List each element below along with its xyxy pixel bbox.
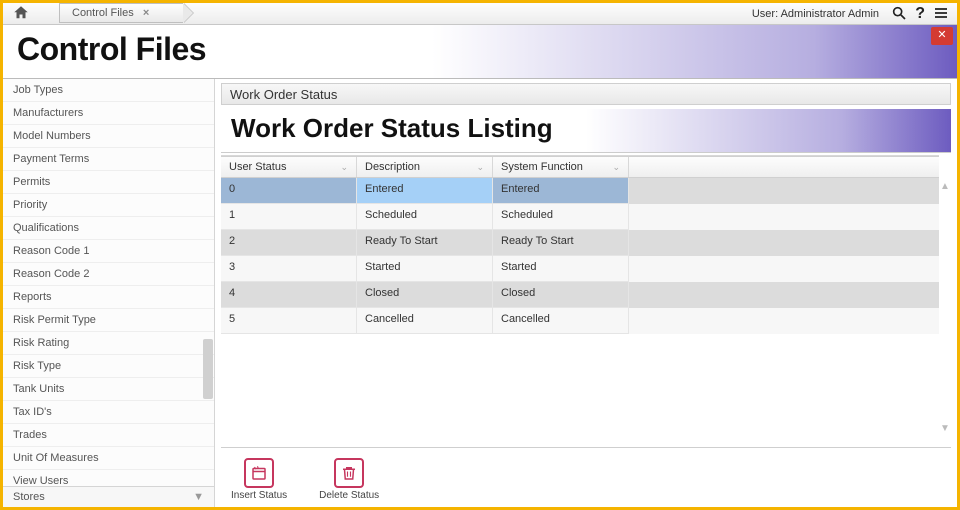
page-title: Control Files	[17, 31, 206, 68]
column-header[interactable]: User Status ⌄	[221, 157, 357, 177]
status-grid: User Status ⌄ Description ⌄ System Function ⌄…	[221, 155, 939, 334]
insert-status-label: Insert Status	[231, 490, 287, 501]
sidebar-item[interactable]: Reason Code 1	[3, 240, 214, 263]
close-button[interactable]: ✕	[931, 27, 953, 45]
sidebar-item[interactable]: Model Numbers	[3, 125, 214, 148]
table-row[interactable]: 3StartedStarted	[221, 256, 939, 282]
sidebar-item[interactable]: Qualifications	[3, 217, 214, 240]
table-cell: 5	[221, 308, 357, 334]
sidebar-item[interactable]: Permits	[3, 171, 214, 194]
table-cell: Started	[357, 256, 493, 282]
tab-close-icon[interactable]: ×	[143, 4, 149, 22]
header-strip: Control Files ✕	[3, 25, 957, 79]
table-cell: Cancelled	[493, 308, 629, 334]
table-cell: Cancelled	[357, 308, 493, 334]
sidebar-footer-stores[interactable]: Stores ▼	[3, 486, 214, 507]
sidebar: Job TypesManufacturersModel NumbersPayme…	[3, 79, 215, 507]
sidebar-item[interactable]: Tank Units	[3, 378, 214, 401]
column-header[interactable]: Description ⌄	[357, 157, 493, 177]
insert-status-button[interactable]: Insert Status	[231, 458, 287, 501]
table-cell: 1	[221, 204, 357, 230]
sidebar-item[interactable]: Payment Terms	[3, 148, 214, 171]
sidebar-item[interactable]: Trades	[3, 424, 214, 447]
sidebar-item[interactable]: Reports	[3, 286, 214, 309]
table-row[interactable]: 2Ready To StartReady To Start	[221, 230, 939, 256]
main-panel: Work Order Status Work Order Status List…	[215, 79, 957, 507]
grid-scrollbar[interactable]: ▲ ▼	[939, 181, 951, 435]
action-bar: Insert Status Delete Status	[221, 447, 951, 501]
table-cell: Entered	[493, 178, 629, 204]
search-icon[interactable]	[891, 5, 907, 24]
topbar: Control Files × User: Administrator Admi…	[3, 3, 957, 25]
column-header-label: User Status	[229, 161, 286, 173]
delete-status-label: Delete Status	[319, 490, 379, 501]
help-icon[interactable]: ?	[915, 5, 925, 23]
user-label: User: Administrator Admin	[752, 3, 879, 25]
table-cell: Entered	[357, 178, 493, 204]
table-row[interactable]: 1ScheduledScheduled	[221, 204, 939, 230]
sidebar-item[interactable]: Tax ID's	[3, 401, 214, 424]
table-cell: Closed	[357, 282, 493, 308]
sidebar-item[interactable]: Job Types	[3, 79, 214, 102]
table-cell: Scheduled	[357, 204, 493, 230]
trash-icon	[334, 458, 364, 488]
sidebar-scrollbar[interactable]	[202, 79, 214, 485]
sidebar-footer-label: Stores	[13, 491, 45, 503]
table-cell: Ready To Start	[493, 230, 629, 256]
delete-status-button[interactable]: Delete Status	[319, 458, 379, 501]
table-cell: 3	[221, 256, 357, 282]
table-cell: 2	[221, 230, 357, 256]
sidebar-item[interactable]: Priority	[3, 194, 214, 217]
tab-control-files[interactable]: Control Files ×	[59, 3, 183, 25]
sidebar-item[interactable]: Unit Of Measures	[3, 447, 214, 470]
scroll-up-icon[interactable]: ▲	[939, 181, 951, 193]
sidebar-item[interactable]: Risk Rating	[3, 332, 214, 355]
table-row[interactable]: 4ClosedClosed	[221, 282, 939, 308]
table-row[interactable]: 0EnteredEntered	[221, 178, 939, 204]
breadcrumb: Work Order Status	[221, 83, 951, 105]
chevron-down-icon: ⌄	[340, 162, 348, 173]
sidebar-item[interactable]: Reason Code 2	[3, 263, 214, 286]
table-cell: Closed	[493, 282, 629, 308]
scroll-down-icon[interactable]: ▼	[939, 423, 951, 435]
sidebar-item[interactable]: Risk Type	[3, 355, 214, 378]
menu-icon[interactable]	[933, 5, 949, 24]
sidebar-item[interactable]: Manufacturers	[3, 102, 214, 125]
chevron-down-icon: ⌄	[612, 162, 620, 173]
grid-header-row: User Status ⌄ Description ⌄ System Function ⌄	[221, 156, 939, 178]
home-button[interactable]	[11, 4, 31, 22]
tab-label: Control Files	[72, 7, 134, 19]
chevron-down-icon: ⌄	[476, 162, 484, 173]
table-cell: 0	[221, 178, 357, 204]
table-cell: 4	[221, 282, 357, 308]
insert-icon	[244, 458, 274, 488]
column-header[interactable]: System Function ⌄	[493, 157, 629, 177]
listing-title-band: Work Order Status Listing	[221, 109, 951, 153]
chevron-down-icon: ▼	[193, 491, 204, 503]
listing-title: Work Order Status Listing	[231, 113, 553, 144]
table-cell: Ready To Start	[357, 230, 493, 256]
table-cell: Scheduled	[493, 204, 629, 230]
table-row[interactable]: 5CancelledCancelled	[221, 308, 939, 334]
column-header-label: Description	[365, 161, 420, 173]
table-cell: Started	[493, 256, 629, 282]
column-header-label: System Function	[501, 161, 583, 173]
sidebar-item[interactable]: Risk Permit Type	[3, 309, 214, 332]
